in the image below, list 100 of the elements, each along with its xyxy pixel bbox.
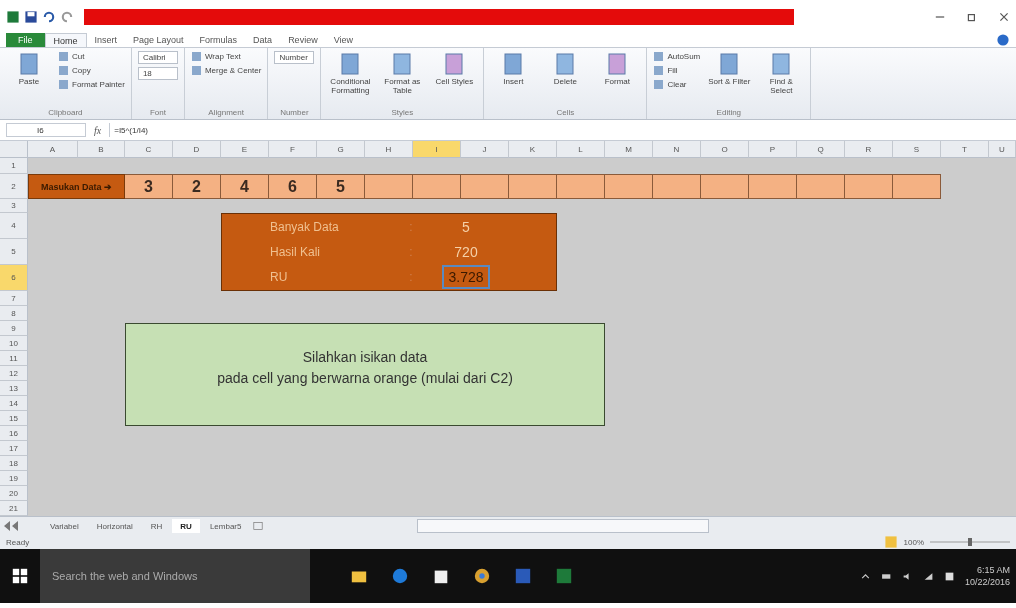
name-box[interactable]: I6 [6,123,86,137]
input-cell[interactable] [653,174,701,199]
row-header[interactable]: 18 [0,456,28,471]
input-cell[interactable] [845,174,893,199]
ribbon-tab[interactable]: Data [245,33,281,47]
ribbon-tab[interactable]: File [6,33,45,47]
row-header[interactable]: 15 [0,411,28,426]
ribbon-tab[interactable]: Insert [86,33,126,47]
row-header[interactable]: 7 [0,291,28,306]
input-cell[interactable] [461,174,509,199]
column-header[interactable]: Q [797,141,845,158]
ribbon-button[interactable]: Fill [653,65,701,76]
input-cell[interactable] [509,174,557,199]
horizontal-scrollbar[interactable] [417,519,710,533]
row-header[interactable]: 16 [0,426,28,441]
ribbon-button[interactable]: Paste [6,51,52,86]
zoom-level[interactable]: 100% [903,537,924,547]
row-header[interactable]: 13 [0,381,28,396]
column-header[interactable]: K [509,141,557,158]
input-cell[interactable]: 6 [269,174,317,199]
row-header[interactable]: 5 [0,239,28,265]
ribbon-button[interactable]: Find & Select [758,51,805,95]
input-cell[interactable]: 5 [317,174,365,199]
sheet-tab[interactable]: Lembar5 [201,519,250,533]
input-cell[interactable] [413,174,461,199]
column-header[interactable]: F [269,141,317,158]
row-header[interactable]: 17 [0,441,28,456]
dropdown-field[interactable]: Calibri [137,51,178,64]
ribbon-button[interactable]: Copy [58,65,125,76]
ribbon-button[interactable]: Cut [58,51,125,62]
column-header[interactable]: C [125,141,173,158]
row-header[interactable]: 19 [0,471,28,486]
row-header[interactable]: 2 [0,174,28,199]
row-header[interactable]: 10 [0,336,28,351]
column-header[interactable]: P [749,141,797,158]
input-cell[interactable] [893,174,941,199]
ribbon-button[interactable]: Wrap Text [190,51,262,62]
ribbon-tab[interactable]: Review [280,33,326,47]
row-header[interactable]: 6 [0,265,28,291]
ribbon-button[interactable]: Insert [490,51,537,86]
sheet-tab[interactable]: RH [142,519,171,533]
ribbon-button[interactable]: Clear [653,79,701,90]
ribbon-button[interactable]: Sort & Filter [706,51,753,86]
ribbon-tab[interactable]: Home [44,33,87,47]
column-header[interactable]: N [653,141,701,158]
column-header[interactable]: T [941,141,989,158]
column-header[interactable]: M [605,141,653,158]
sheet-tab[interactable]: RU [172,519,200,533]
column-header[interactable]: H [365,141,413,158]
insert-function-button[interactable]: fx [94,124,102,136]
search-field[interactable]: Search the web and Windows [40,549,310,603]
ribbon-button[interactable]: Format Painter [58,79,125,90]
ribbon-button[interactable]: Conditional Formatting [327,51,374,95]
input-cell[interactable]: 3 [125,174,173,199]
dropdown-field[interactable]: Number [274,51,315,64]
ribbon-button[interactable]: Merge & Center [190,65,262,76]
sheet-tab[interactable]: Variabel [42,519,87,533]
ribbon-button[interactable]: Format [594,51,641,86]
column-header[interactable]: U [989,141,1016,158]
ribbon-button[interactable]: AutoSum [653,51,701,62]
input-cell[interactable]: 2 [173,174,221,199]
row-header[interactable]: 1 [0,158,28,174]
row-header[interactable]: 12 [0,366,28,381]
column-header[interactable]: O [701,141,749,158]
input-cell[interactable] [605,174,653,199]
input-cell[interactable]: 4 [221,174,269,199]
column-header[interactable]: A [28,141,78,158]
ribbon-tab[interactable]: View [325,33,361,47]
sheet-tab[interactable]: Horizontal [88,519,141,533]
input-cell[interactable] [365,174,413,199]
ribbon-button[interactable]: Format as Table [379,51,426,95]
row-header[interactable]: 8 [0,306,28,321]
formula-field[interactable]: =I5^(1/I4) [109,123,1016,137]
slider-thumb[interactable] [968,538,972,546]
summary-value[interactable]: 3.728 [442,265,490,290]
row-header[interactable]: 4 [0,213,28,239]
zoom-slider[interactable] [930,538,1010,546]
column-header[interactable]: B [78,141,125,158]
ribbon-button[interactable]: Cell Styles [431,51,478,86]
input-cell[interactable] [557,174,605,199]
column-header[interactable]: R [845,141,893,158]
column-header[interactable]: D [173,141,221,158]
column-header[interactable]: L [557,141,605,158]
column-header[interactable]: J [461,141,509,158]
input-cell[interactable] [749,174,797,199]
ribbon-tab[interactable]: Page Layout [125,33,192,47]
column-header[interactable]: E [221,141,269,158]
input-cell[interactable] [701,174,749,199]
column-header[interactable]: S [893,141,941,158]
row-header[interactable]: 21 [0,501,28,516]
row-header[interactable]: 14 [0,396,28,411]
ribbon-button[interactable]: Delete [542,51,589,86]
column-header[interactable]: I [413,141,461,158]
row-header[interactable]: 11 [0,351,28,366]
column-header[interactable]: G [317,141,365,158]
ribbon-tab[interactable]: Formulas [191,33,246,47]
dropdown-field[interactable]: 18 [137,67,178,80]
row-header[interactable]: 20 [0,486,28,501]
row-header[interactable]: 3 [0,199,28,213]
row-header[interactable]: 9 [0,321,28,336]
